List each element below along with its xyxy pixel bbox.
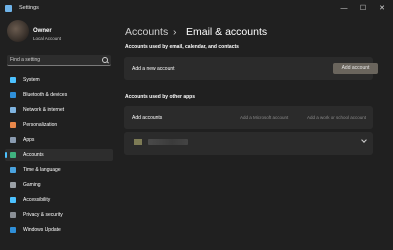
sidebar-item-label: Network & internet	[23, 107, 65, 113]
add-microsoft-account-link[interactable]: Add a Microsoft account	[240, 115, 288, 120]
sidebar-item-label: System	[23, 77, 40, 83]
minimize-button[interactable]: —	[338, 3, 350, 15]
accounts-icon	[10, 152, 16, 158]
user-account-type: Local Account	[33, 36, 62, 41]
avatar[interactable]	[7, 20, 29, 42]
user-name: Owner	[33, 28, 52, 34]
window-title: Settings	[19, 5, 39, 11]
system-icon	[10, 77, 16, 83]
add-new-account-row: Add a new account Add account	[124, 57, 378, 80]
network-icon	[10, 107, 16, 113]
chevron-down-icon[interactable]	[361, 137, 367, 143]
sidebar-item-network-internet[interactable]: Network & internet	[5, 104, 113, 116]
sidebar-item-label: Privacy & security	[23, 212, 63, 218]
update-icon	[10, 227, 16, 233]
section-title-email: Accounts used by email, calendar, and co…	[125, 44, 239, 50]
sidebar-item-personalization[interactable]: Personalization	[5, 119, 113, 131]
brush-icon	[10, 122, 16, 128]
close-button[interactable]: ✕	[376, 3, 388, 15]
sidebar-item-label: Gaming	[23, 182, 41, 188]
shield-icon	[10, 212, 16, 218]
search-box[interactable]: Find a setting	[7, 55, 111, 66]
apps-icon	[10, 137, 16, 143]
sidebar-item-system[interactable]: System	[5, 74, 113, 86]
section-title-other-apps: Accounts used by other apps	[125, 94, 196, 100]
page-title: Email & accounts	[186, 26, 268, 38]
breadcrumb-parent[interactable]: Accounts	[125, 26, 168, 38]
sidebar-item-label: Apps	[23, 137, 35, 143]
sidebar-item-bluetooth-devices[interactable]: Bluetooth & devices	[5, 89, 113, 101]
sidebar-item-windows-update[interactable]: Windows Update	[5, 224, 113, 236]
sidebar-item-accounts[interactable]: Accounts	[5, 149, 113, 161]
add-account-button[interactable]: Add account	[333, 63, 378, 74]
sidebar-item-label: Bluetooth & devices	[23, 92, 68, 98]
clock-icon	[10, 167, 16, 173]
account-icon	[134, 139, 142, 145]
active-indicator	[5, 152, 7, 158]
sidebar-item-accessibility[interactable]: Accessibility	[5, 194, 113, 206]
accessibility-icon	[10, 197, 16, 203]
account-entry-row[interactable]	[124, 132, 373, 155]
sidebar-item-time-language[interactable]: Time & language	[5, 164, 113, 176]
add-accounts-label: Add accounts	[132, 115, 163, 121]
maximize-button[interactable]: ☐	[357, 3, 369, 15]
title-bar: Settings — ☐ ✕	[0, 0, 393, 18]
add-new-account-label: Add a new account	[132, 66, 175, 72]
sidebar-item-label: Personalization	[23, 122, 58, 128]
sidebar: Owner Local Account Find a setting Syste…	[0, 18, 118, 250]
gaming-icon	[10, 182, 16, 188]
add-accounts-row: Add accounts Add a Microsoft account Add…	[124, 106, 373, 129]
chevron-right-icon: ›	[173, 26, 177, 38]
add-work-school-account-link[interactable]: Add a work or school account	[307, 115, 366, 120]
settings-app-icon	[5, 5, 12, 12]
sidebar-item-privacy-security[interactable]: Privacy & security	[5, 209, 113, 221]
sidebar-item-label: Accounts	[23, 152, 44, 158]
account-name-redacted	[148, 139, 188, 145]
search-input[interactable]: Find a setting	[10, 57, 40, 63]
sidebar-item-apps[interactable]: Apps	[5, 134, 113, 146]
sidebar-item-label: Accessibility	[23, 197, 51, 203]
main-content: Accounts › Email & accounts Accounts use…	[118, 18, 393, 250]
sidebar-item-label: Windows Update	[23, 227, 61, 233]
sidebar-item-label: Time & language	[23, 167, 61, 173]
sidebar-item-gaming[interactable]: Gaming	[5, 179, 113, 191]
bluetooth-icon	[10, 92, 16, 98]
search-icon[interactable]	[102, 57, 108, 63]
